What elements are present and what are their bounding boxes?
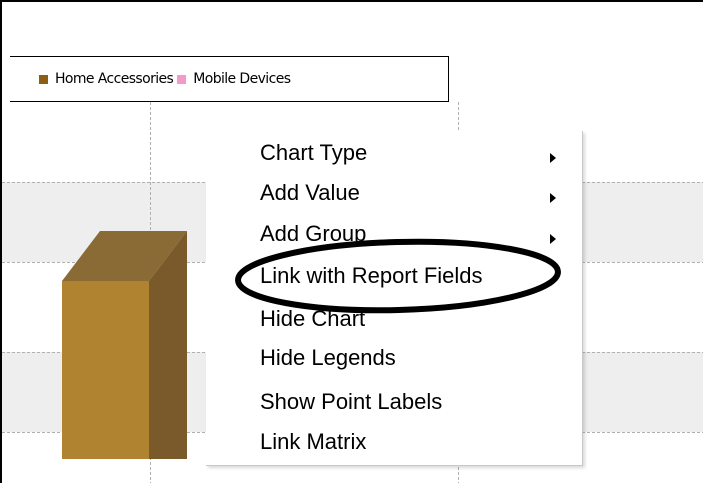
legend-item-home-accessories[interactable]: Home Accessories	[39, 71, 174, 87]
chart-frame: Home Accessories Mobile Devices Chart Ty…	[0, 0, 703, 483]
legend-swatch	[39, 74, 48, 84]
bar-front-face	[62, 281, 149, 459]
menu-item-add-group[interactable]: Add Group	[260, 218, 366, 250]
menu-item-chart-type[interactable]: Chart Type	[260, 137, 367, 169]
legend-swatch	[177, 74, 187, 84]
chart-legend: Home Accessories Mobile Devices	[10, 56, 449, 102]
submenu-arrow-icon	[550, 193, 556, 203]
bar-home-accessories[interactable]	[60, 229, 190, 461]
menu-item-link-with-report-fields[interactable]: Link with Report Fields	[260, 260, 483, 292]
menu-item-hide-chart[interactable]: Hide Chart	[260, 303, 365, 335]
legend-label: Mobile Devices	[193, 71, 291, 87]
submenu-arrow-icon	[550, 234, 556, 244]
chart-context-menu: Chart Type Add Value Add Group Link with…	[206, 131, 583, 466]
menu-item-hide-legends[interactable]: Hide Legends	[260, 342, 396, 374]
menu-item-add-value[interactable]: Add Value	[260, 177, 360, 209]
legend-label: Home Accessories	[55, 71, 174, 87]
menu-item-show-point-labels[interactable]: Show Point Labels	[260, 386, 442, 418]
legend-item-mobile-devices[interactable]: Mobile Devices	[177, 71, 291, 87]
menu-item-link-matrix[interactable]: Link Matrix	[260, 426, 366, 458]
submenu-arrow-icon	[550, 153, 556, 163]
